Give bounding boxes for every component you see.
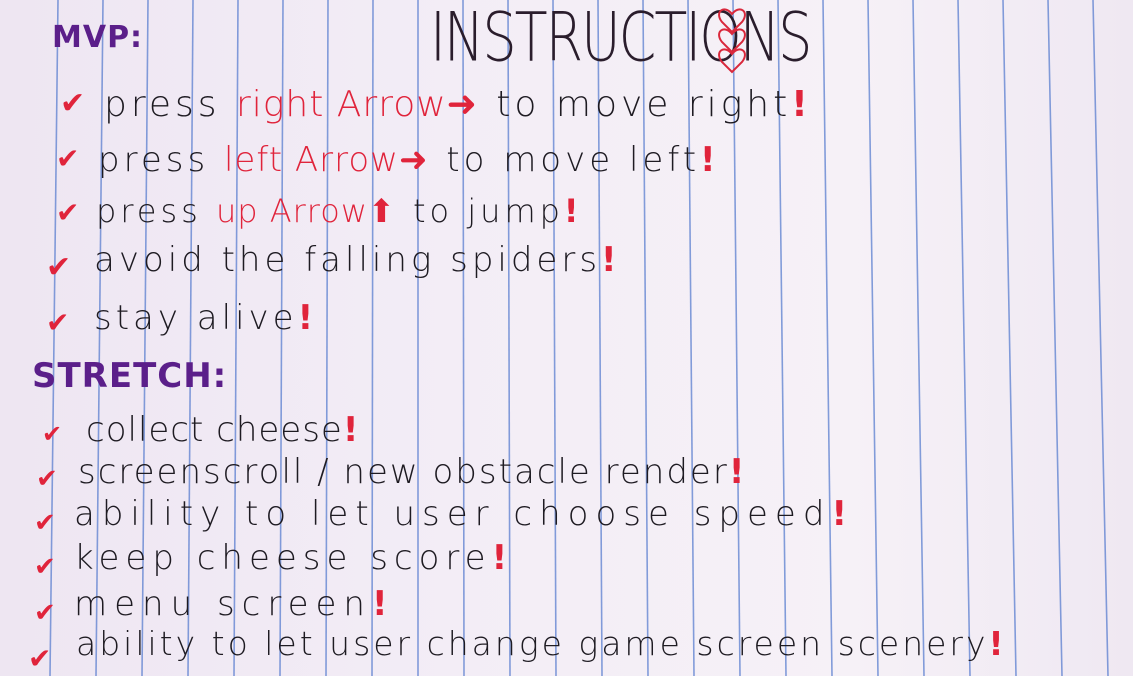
check-icon: ✔ bbox=[36, 464, 58, 494]
mvp-item: press left Arrow➜ to move left! bbox=[98, 140, 720, 180]
check-icon: ✔ bbox=[34, 598, 56, 628]
check-icon: ✔ bbox=[46, 306, 70, 339]
check-icon: ✔ bbox=[34, 508, 56, 538]
mvp-item: stay alive! bbox=[94, 298, 318, 338]
mvp-item: avoid the falling spiders! bbox=[94, 240, 621, 280]
stretch-item: screenscroll / new obstacle render! bbox=[78, 452, 747, 492]
stretch-item: keep cheese score! bbox=[74, 538, 514, 578]
notebook-page: INSTRUCTIONS MVP: ✔ press right Arrow➜ t… bbox=[0, 0, 1133, 676]
check-icon: ✔ bbox=[56, 142, 80, 175]
stretch-item: menu screen! bbox=[74, 584, 395, 624]
page-title: INSTRUCTIONS bbox=[430, 0, 812, 77]
mvp-item: press up Arrow⬆ to jump! bbox=[96, 192, 583, 230]
check-icon: ✔ bbox=[46, 250, 72, 285]
check-icon: ✔ bbox=[34, 552, 56, 582]
check-icon: ✔ bbox=[60, 86, 86, 121]
check-icon: ✔ bbox=[42, 420, 63, 448]
check-icon: ✔ bbox=[28, 642, 52, 675]
mvp-heading: MVP: bbox=[52, 20, 144, 55]
stretch-heading: STRETCH: bbox=[32, 356, 228, 396]
stretch-item: collect cheese! bbox=[86, 410, 360, 450]
stretch-item: ability to let user choose speed! bbox=[74, 494, 854, 534]
hearts-doodle-icon bbox=[718, 8, 746, 74]
mvp-item: press right Arrow➜ to move right! bbox=[104, 84, 812, 125]
check-icon: ✔ bbox=[56, 196, 80, 229]
stretch-item: ability to let user change game screen s… bbox=[76, 624, 1007, 663]
